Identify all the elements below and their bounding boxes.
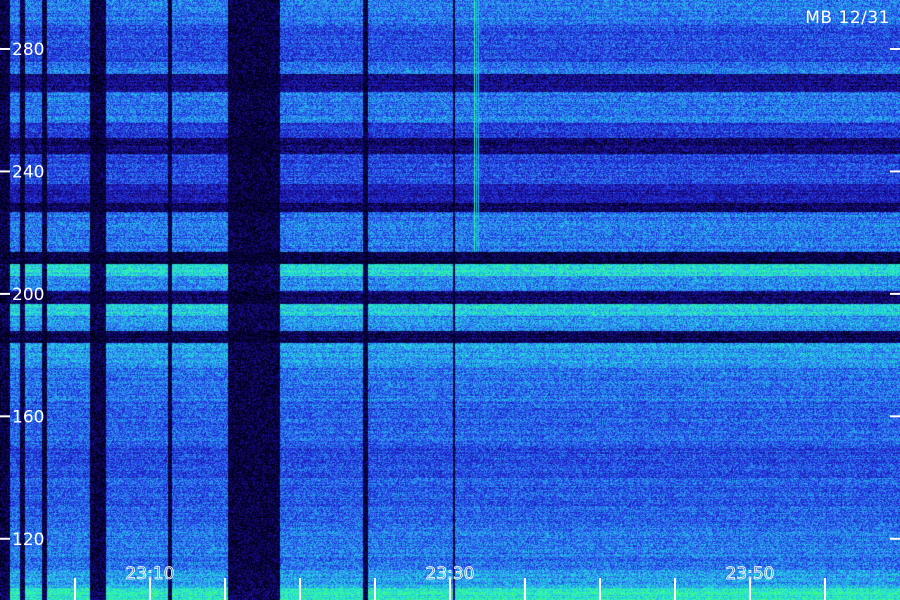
chart-overlay: 280 240 200 160 120 23:10 23:30 23:50 MB 12/31	[0, 8, 900, 600]
y-axis-right	[890, 47, 900, 540]
x-time-label: 23:10	[126, 564, 175, 584]
y-tick-label: 200	[12, 285, 44, 305]
y-tick-label: 120	[12, 530, 44, 550]
x-time-label: 23:50	[726, 564, 775, 584]
y-axis-left: 280 240 200 160 120	[0, 40, 44, 550]
date-stamp: MB 12/31	[805, 8, 890, 28]
y-tick-label: 280	[12, 40, 44, 60]
y-tick-label: 160	[12, 407, 44, 427]
x-axis: 23:10 23:30 23:50	[74, 564, 826, 600]
y-tick-label: 240	[12, 162, 44, 182]
x-time-label: 23:30	[426, 564, 475, 584]
